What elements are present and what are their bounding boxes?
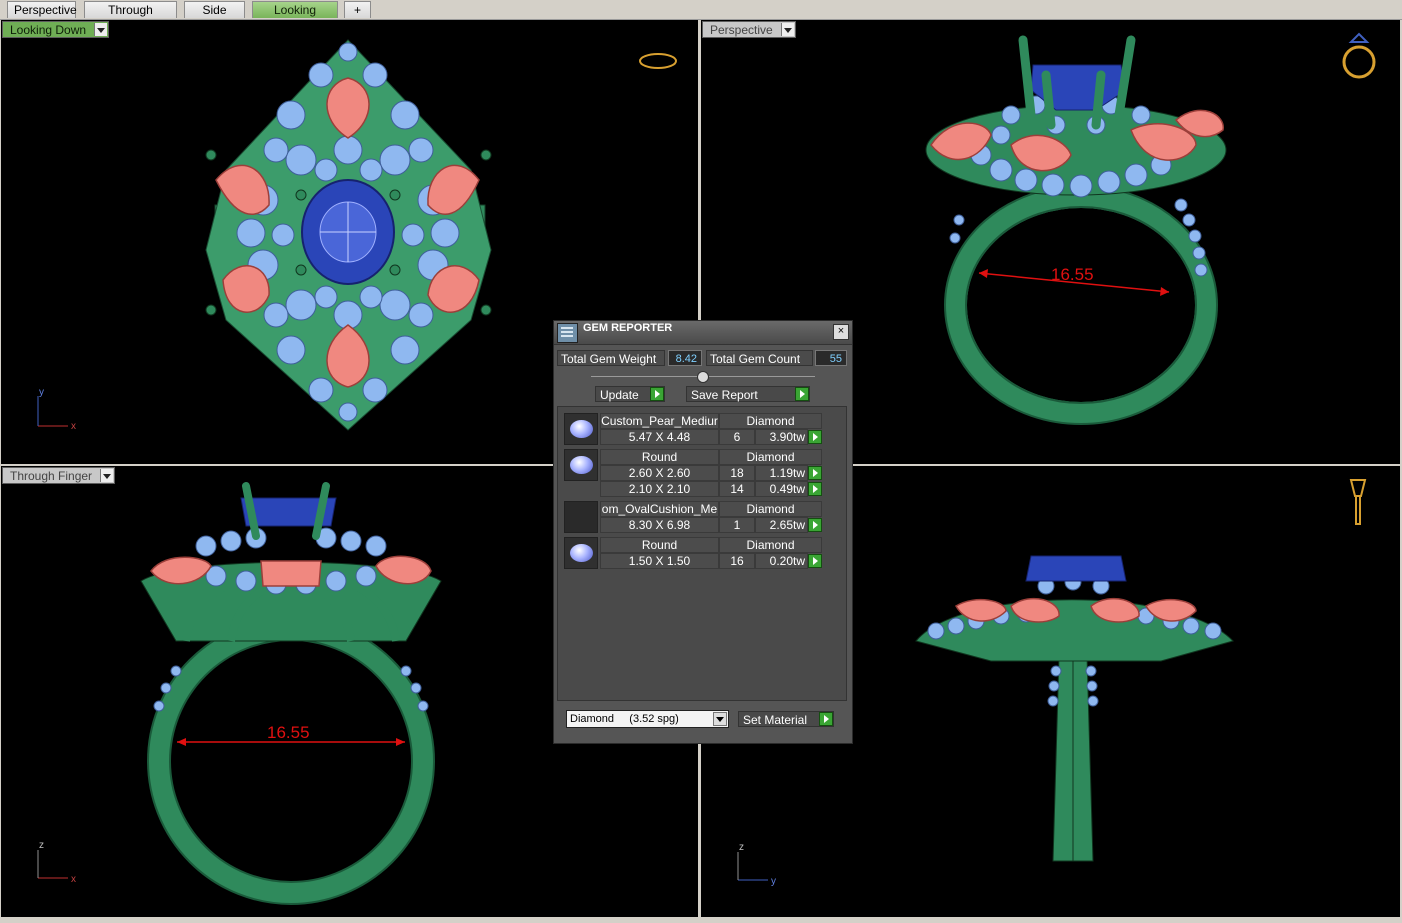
pear-gem-icon xyxy=(570,420,593,438)
viewport-label-perspective[interactable]: Perspective xyxy=(702,21,796,38)
gem-size: 5.47 X 4.48 xyxy=(600,429,719,445)
svg-text:z: z xyxy=(39,840,44,851)
tab-through-finger[interactable]: Through Finger xyxy=(84,1,177,34)
gem-thumbnail xyxy=(564,449,598,481)
gem-list: Custom_Pear_Mediur Diamond 5.47 X 4.48 6… xyxy=(557,406,847,701)
dialog-title: GEM REPORTER xyxy=(583,322,673,334)
gem-count: 14 xyxy=(719,481,755,497)
select-gems-button[interactable] xyxy=(808,430,822,444)
gem-material: Diamond xyxy=(719,537,822,553)
gem-count: 6 xyxy=(719,429,755,445)
gem-count: 1 xyxy=(719,517,755,533)
round-gem-icon xyxy=(570,544,593,562)
select-gems-button[interactable] xyxy=(808,466,822,480)
ring-orientation-icon xyxy=(1342,45,1376,79)
gem-size: 8.30 X 6.98 xyxy=(600,517,719,533)
gem-count: 16 xyxy=(719,553,755,569)
total-gem-count-value: 55 xyxy=(815,350,847,366)
gem-weight: 1.19tw xyxy=(755,465,808,481)
svg-text:y: y xyxy=(771,876,776,887)
gem-shape: om_OvalCushion_Me xyxy=(600,501,719,517)
tab-side-view[interactable]: Side View xyxy=(184,1,245,34)
gem-size: 1.50 X 1.50 xyxy=(600,553,719,569)
viewport-label-through-finger[interactable]: Through Finger xyxy=(2,467,116,484)
ring-orientation-icon xyxy=(1349,479,1367,497)
viewport-label-looking-down[interactable]: Looking Down xyxy=(2,21,110,38)
gem-count: 18 xyxy=(719,465,755,481)
svg-text:x: x xyxy=(71,874,76,885)
svg-text:x: x xyxy=(71,421,76,432)
gem-size: 2.60 X 2.60 xyxy=(600,465,719,481)
report-icon xyxy=(557,323,578,343)
svg-text:16.55: 16.55 xyxy=(267,723,310,742)
chevron-down-icon[interactable] xyxy=(100,469,114,482)
chevron-down-icon[interactable] xyxy=(94,23,108,36)
svg-text:16.55: 16.55 xyxy=(1051,265,1094,284)
gem-weight: 2.65tw xyxy=(755,517,808,533)
viewport-tab-bar: Perspective Through Finger Side View Loo… xyxy=(0,0,1402,34)
play-icon xyxy=(650,387,664,401)
update-button[interactable]: Update xyxy=(595,386,665,402)
gem-weight: 3.90tw xyxy=(755,429,808,445)
svg-text:y: y xyxy=(39,387,44,398)
gem-weight: 0.49tw xyxy=(755,481,808,497)
gem-reporter-dialog: GEM REPORTER × Total Gem Weight 8.42 Tot… xyxy=(553,320,853,744)
round-gem-icon xyxy=(570,456,593,474)
play-icon xyxy=(795,387,809,401)
gem-thumbnail xyxy=(564,501,598,533)
total-gem-weight-label: Total Gem Weight xyxy=(557,350,665,366)
save-report-button[interactable]: Save Report xyxy=(686,386,810,402)
dialog-title-bar[interactable]: GEM REPORTER × xyxy=(554,321,852,345)
gem-shape: Round xyxy=(600,449,719,465)
chevron-down-icon[interactable] xyxy=(780,23,794,36)
tab-perspective[interactable]: Perspective xyxy=(7,1,77,18)
select-gems-button[interactable] xyxy=(808,518,822,532)
svg-text:z: z xyxy=(739,842,744,853)
ring-orientation-icon xyxy=(639,53,677,69)
gem-shape: Custom_Pear_Mediur xyxy=(600,413,719,429)
gem-material: Diamond xyxy=(719,413,822,429)
plus-icon: + xyxy=(353,3,361,17)
play-icon xyxy=(819,712,833,726)
gem-thumbnail xyxy=(564,413,598,445)
collapse-handle[interactable] xyxy=(697,371,709,383)
gem-material: Diamond xyxy=(719,501,822,517)
set-material-button[interactable]: Set Material xyxy=(738,711,834,727)
total-gem-weight-value: 8.42 xyxy=(668,350,702,366)
add-tab-button[interactable]: + xyxy=(344,1,371,18)
gem-size: 2.10 X 2.10 xyxy=(600,481,719,497)
total-gem-count-label: Total Gem Count xyxy=(706,350,813,366)
material-select[interactable]: Diamond (3.52 spg) xyxy=(566,710,729,728)
gem-weight: 0.20tw xyxy=(755,553,808,569)
gem-material: Diamond xyxy=(719,449,822,465)
tab-looking-down[interactable]: Looking Down xyxy=(252,1,338,34)
close-button[interactable]: × xyxy=(833,324,849,340)
select-gems-button[interactable] xyxy=(808,482,822,496)
gem-shape: Round xyxy=(600,537,719,553)
select-gems-button[interactable] xyxy=(808,554,822,568)
gem-thumbnail xyxy=(564,537,598,569)
chevron-down-icon[interactable] xyxy=(713,712,727,726)
